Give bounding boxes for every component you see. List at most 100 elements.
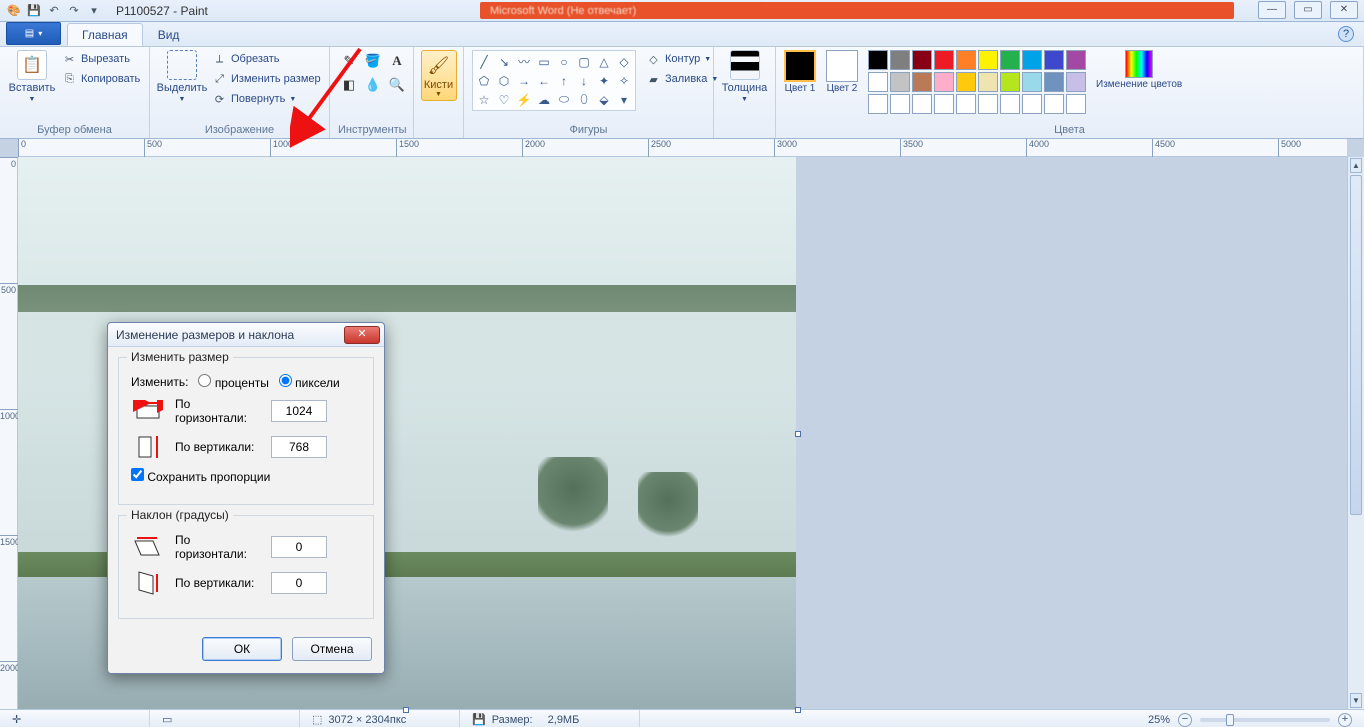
color-swatch[interactable] (1000, 94, 1020, 114)
workspace: 0500100015002000250030003500400045005000… (0, 139, 1364, 709)
help-button[interactable]: ? (1338, 26, 1354, 42)
zoom-in-button[interactable]: + (1338, 713, 1352, 727)
color-swatch[interactable] (956, 72, 976, 92)
zoom-out-button[interactable]: − (1178, 713, 1192, 727)
color-swatch[interactable] (956, 94, 976, 114)
thickness-icon (730, 50, 760, 80)
color-swatch[interactable] (890, 72, 910, 92)
fill-tool[interactable]: 🪣 (362, 50, 384, 72)
dialog-title: Изменение размеров и наклона (116, 328, 294, 342)
color-swatch[interactable] (978, 72, 998, 92)
dialog-titlebar[interactable]: Изменение размеров и наклона ✕ (108, 323, 384, 347)
color-swatch[interactable] (934, 72, 954, 92)
color-swatch[interactable] (1022, 50, 1042, 70)
redo-icon[interactable]: ↷ (66, 3, 82, 19)
text-tool[interactable]: A (386, 50, 408, 72)
color-swatch[interactable] (1066, 94, 1086, 114)
group-thickness: Толщина▼ (714, 47, 776, 138)
radio-percent[interactable]: проценты (198, 374, 268, 390)
copy-button[interactable]: ⎘Копировать (62, 70, 140, 88)
thickness-button[interactable]: Толщина▼ (722, 50, 768, 103)
color-swatch[interactable] (912, 72, 932, 92)
vertical-scrollbar[interactable]: ▲ ▼ (1347, 157, 1364, 709)
status-dimensions: ⬚3072 × 2304пкс (300, 710, 460, 727)
select-button[interactable]: Выделить▼ (158, 50, 206, 103)
scroll-down-icon[interactable]: ▼ (1350, 693, 1362, 708)
color-swatch[interactable] (1000, 50, 1020, 70)
group-clipboard: 📋 Вставить▼ ✂Вырезать ⎘Копировать Буфер … (0, 47, 150, 138)
color-swatch[interactable] (890, 94, 910, 114)
dialog-close-button[interactable]: ✕ (344, 326, 380, 344)
color-swatch[interactable] (956, 50, 976, 70)
color-swatch[interactable] (890, 50, 910, 70)
canvas-handle-e[interactable] (795, 431, 801, 437)
color1-button[interactable]: Цвет 1 (784, 50, 816, 94)
save-icon[interactable]: 💾 (26, 3, 42, 19)
skew-fieldset: Наклон (градусы) По горизонтали: По верт… (118, 515, 374, 619)
scroll-up-icon[interactable]: ▲ (1350, 158, 1362, 173)
color-swatch[interactable] (1066, 50, 1086, 70)
paste-button[interactable]: 📋 Вставить▼ (8, 50, 56, 103)
canvas-handle-s[interactable] (403, 707, 409, 713)
cancel-button[interactable]: Отмена (292, 637, 372, 661)
color-swatch[interactable] (912, 50, 932, 70)
zoom-value: 25% (1148, 714, 1170, 726)
color-swatch[interactable] (978, 50, 998, 70)
color-swatch[interactable] (1022, 72, 1042, 92)
scissors-icon: ✂ (62, 52, 77, 67)
color-swatch[interactable] (868, 50, 888, 70)
shapes-gallery[interactable]: ╱↘〰▭○▢△◇ ⬠⬡→←↑↓✦✧ ☆♡⚡☁⬭⬯⬙▾ (472, 50, 636, 111)
resize-button[interactable]: ⤢Изменить размер (212, 70, 321, 88)
color-swatch[interactable] (934, 50, 954, 70)
color-swatch[interactable] (934, 94, 954, 114)
color-swatch[interactable] (1000, 72, 1020, 92)
file-menu-button[interactable]: ▤ (6, 22, 61, 45)
ok-button[interactable]: ОК (202, 637, 282, 661)
resize-h-input[interactable] (271, 400, 327, 422)
skew-h-input[interactable] (271, 536, 327, 558)
skew-v-input[interactable] (271, 572, 327, 594)
group-label-clipboard: Буфер обмена (8, 123, 141, 136)
aspect-checkbox[interactable]: Сохранить пропорции (131, 468, 270, 484)
color-swatch[interactable] (1066, 72, 1086, 92)
color-swatch[interactable] (868, 94, 888, 114)
pencil-tool[interactable]: ✎ (338, 50, 360, 72)
color-swatch[interactable] (868, 72, 888, 92)
color2-button[interactable]: Цвет 2 (826, 50, 858, 94)
shape-fill-button[interactable]: ▰Заливка ▼ (646, 70, 718, 88)
rotate-button[interactable]: ⟳Повернуть ▼ (212, 90, 321, 108)
magnifier-tool[interactable]: 🔍 (386, 74, 408, 96)
status-selection: ▭ (150, 710, 300, 727)
color-swatch[interactable] (978, 94, 998, 114)
color-swatch[interactable] (1022, 94, 1042, 114)
resize-v-input[interactable] (271, 436, 327, 458)
close-button[interactable]: ✕ (1330, 1, 1358, 19)
edit-colors-button[interactable]: Изменение цветов (1096, 50, 1182, 90)
maximize-button[interactable]: ▭ (1294, 1, 1322, 19)
window-title: P1100527 - Paint (108, 4, 208, 18)
crop-button[interactable]: ⟂Обрезать (212, 50, 321, 68)
canvas-handle-se[interactable] (795, 707, 801, 713)
color-palette[interactable] (868, 50, 1086, 114)
tab-home[interactable]: Главная (67, 23, 143, 46)
color-swatch[interactable] (1044, 72, 1064, 92)
status-cursor-pos: ✛ (0, 710, 150, 727)
status-filesize: 💾Размер: 2,9МБ (460, 710, 640, 727)
color-swatch[interactable] (1044, 94, 1064, 114)
picker-tool[interactable]: 💧 (362, 74, 384, 96)
cut-button[interactable]: ✂Вырезать (62, 50, 140, 68)
qat-drop-icon[interactable]: ▾ (86, 3, 102, 19)
color-swatch[interactable] (912, 94, 932, 114)
zoom-slider[interactable] (1200, 718, 1330, 722)
radio-pixels[interactable]: пиксели (279, 374, 340, 390)
undo-icon[interactable]: ↶ (46, 3, 62, 19)
tab-view[interactable]: Вид (143, 23, 195, 46)
titlebar-background-task: Microsoft Word (Не отвечает) (480, 2, 1234, 19)
brushes-button[interactable]: 🖌 Кисти▼ (421, 50, 457, 101)
minimize-button[interactable]: — (1258, 1, 1286, 19)
scroll-thumb[interactable] (1350, 175, 1362, 515)
color-swatch[interactable] (1044, 50, 1064, 70)
shape-outline-button[interactable]: ◇Контур ▼ (646, 50, 718, 68)
eraser-tool[interactable]: ◧ (338, 74, 360, 96)
paste-icon: 📋 (17, 50, 47, 80)
